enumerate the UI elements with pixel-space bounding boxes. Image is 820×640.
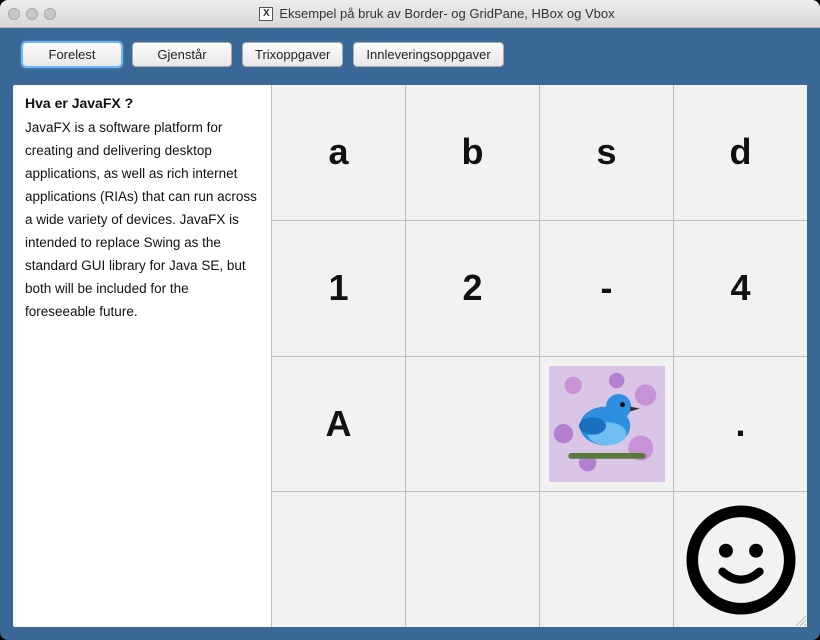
grid-cell: 1 (272, 221, 405, 356)
forelest-button[interactable]: Forelest (22, 42, 122, 67)
grid-cell: A (272, 357, 405, 492)
sidebar-heading: Hva er JavaFX ? (25, 95, 259, 111)
grid-cell: - (540, 221, 673, 356)
grid-cell: d (674, 85, 807, 220)
resize-handle-icon[interactable] (794, 614, 806, 626)
grid-cell-smiley (674, 492, 807, 627)
grid-cell: a (272, 85, 405, 220)
window-title: Eksempel på bruk av Border- og GridPane,… (279, 6, 614, 21)
grid-cell: 2 (406, 221, 539, 356)
grid-cell: s (540, 85, 673, 220)
content-area: Hva er JavaFX ? JavaFX is a software pla… (13, 85, 807, 627)
toolbar: Forelest Gjenstår Trixoppgaver Innleveri… (0, 28, 820, 85)
title-center: X Eksempel på bruk av Border- og GridPan… (62, 6, 812, 21)
grid-cell (406, 357, 539, 492)
trixoppgaver-button[interactable]: Trixoppgaver (242, 42, 343, 67)
grid-cell: b (406, 85, 539, 220)
close-icon[interactable] (8, 8, 20, 20)
grid-cell: . (674, 357, 807, 492)
grid-pane: a b s d 1 2 - 4 A (271, 85, 807, 627)
smiley-icon (683, 502, 799, 618)
grid-cell (406, 492, 539, 627)
titlebar: X Eksempel på bruk av Border- og GridPan… (0, 0, 820, 28)
grid-cell-image (540, 357, 673, 492)
x11-icon: X (259, 7, 273, 21)
maximize-icon[interactable] (44, 8, 56, 20)
bird-image-icon (549, 366, 665, 482)
grid-cell: 4 (674, 221, 807, 356)
grid-cell (272, 492, 405, 627)
minimize-icon[interactable] (26, 8, 38, 20)
sidebar: Hva er JavaFX ? JavaFX is a software pla… (13, 85, 271, 627)
sidebar-body: JavaFX is a software platform for creati… (25, 117, 259, 323)
innleveringsoppgaver-button[interactable]: Innleveringsoppgaver (353, 42, 503, 67)
gjenstar-button[interactable]: Gjenstår (132, 42, 232, 67)
grid-cell (540, 492, 673, 627)
app-window: X Eksempel på bruk av Border- og GridPan… (0, 0, 820, 640)
